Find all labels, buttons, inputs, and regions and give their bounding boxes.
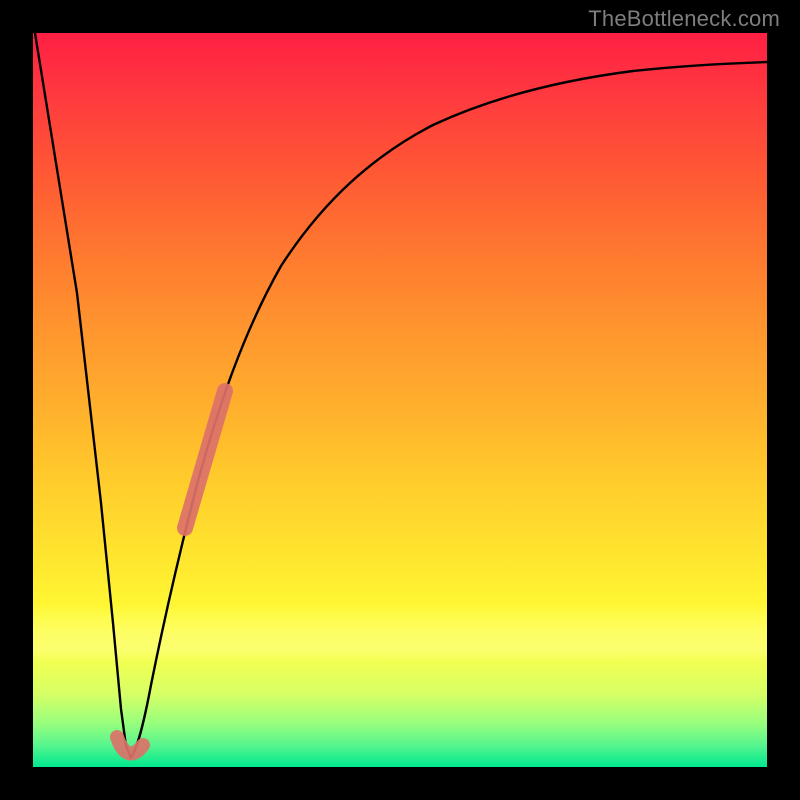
- bottleneck-curve: [35, 33, 767, 758]
- highlight-segment-minimum: [117, 737, 143, 753]
- watermark-text: TheBottleneck.com: [588, 6, 780, 32]
- chart-frame: TheBottleneck.com: [0, 0, 800, 800]
- highlight-segment-upper: [185, 391, 225, 528]
- curve-layer: [33, 33, 767, 767]
- plot-area: [33, 33, 767, 767]
